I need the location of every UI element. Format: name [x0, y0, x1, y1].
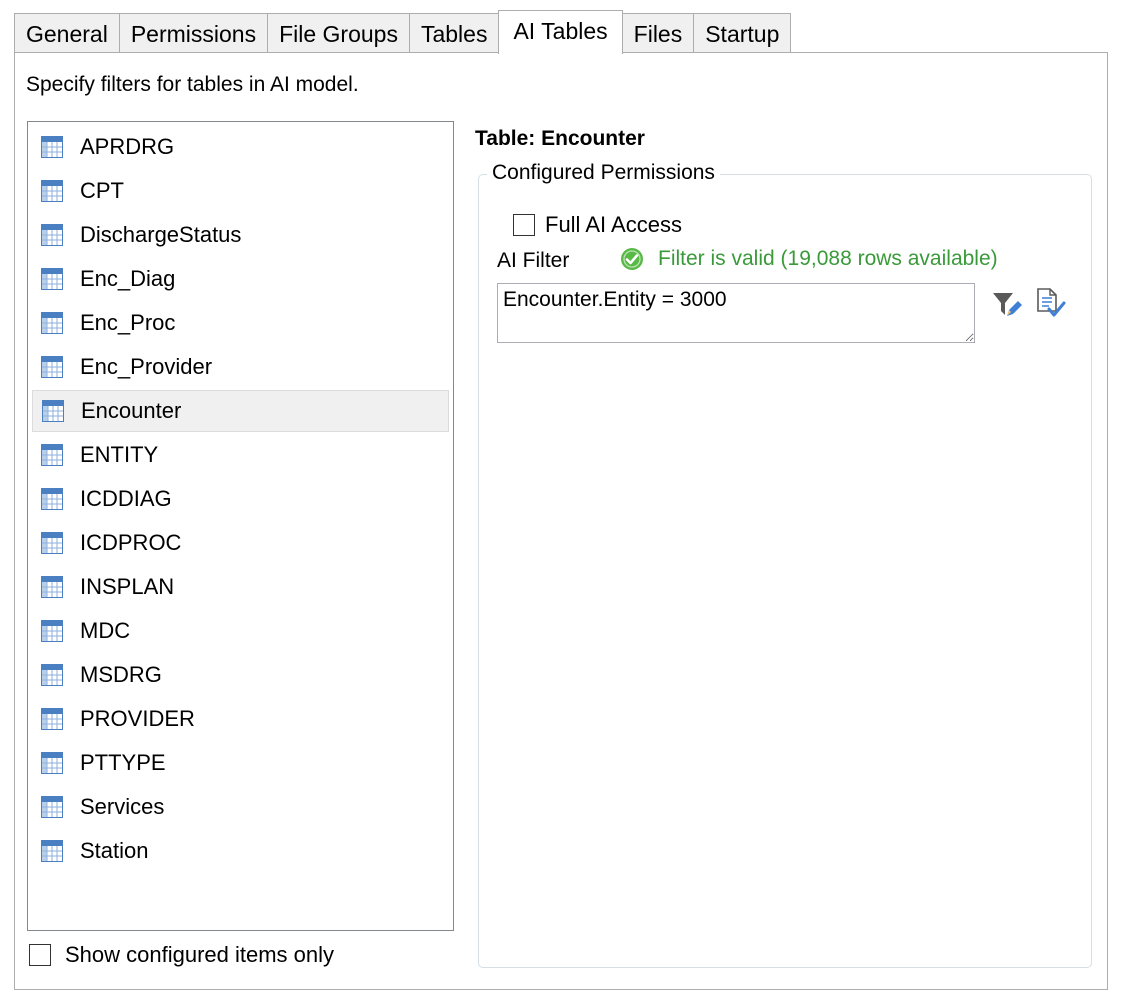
table-list-item[interactable]: INSPLAN: [32, 566, 449, 608]
table-name: Encounter: [81, 398, 182, 423]
table-name: APRDRG: [80, 134, 175, 159]
table-list[interactable]: APRDRG CPT DischargeStatus Enc_Diag Enc_Proc…: [27, 121, 454, 931]
table-list-item[interactable]: MDC: [32, 610, 449, 652]
table-name: Enc_Proc: [80, 310, 176, 335]
full-ai-access-label: Full AI Access: [545, 212, 682, 237]
show-configured-checkbox[interactable]: Show configured items only: [29, 942, 334, 968]
filter-validation-status: Filter is valid (19,088 rows available): [620, 247, 998, 271]
table-icon: [41, 532, 63, 554]
table-icon: [41, 840, 63, 862]
table-icon: [41, 268, 63, 290]
checkbox-box[interactable]: [513, 214, 535, 236]
table-name: DischargeStatus: [80, 222, 242, 247]
full-ai-access-checkbox[interactable]: Full AI Access: [513, 212, 682, 238]
table-name: Enc_Diag: [80, 266, 176, 291]
check-circle-icon: [621, 248, 643, 270]
table-name: ENTITY: [80, 442, 159, 467]
table-icon: [41, 576, 63, 598]
table-name: Services: [80, 794, 165, 819]
configured-permissions-group: Configured Permissions Full AI Access AI…: [478, 161, 1092, 968]
table-name: INSPLAN: [80, 574, 175, 599]
table-name: Station: [80, 838, 149, 863]
table-list-item[interactable]: Encounter: [32, 390, 449, 432]
table-icon: [41, 488, 63, 510]
table-list-item[interactable]: PTTYPE: [32, 742, 449, 784]
table-list-item[interactable]: APRDRG: [32, 126, 449, 168]
ai-filter-label: AI Filter: [497, 249, 570, 272]
table-icon: [41, 664, 63, 686]
table-icon: [41, 752, 63, 774]
validation-text: Filter is valid (19,088 rows available): [658, 247, 998, 270]
tab-permissions[interactable]: Permissions: [118, 13, 269, 53]
validate-filter-icon[interactable]: [1034, 287, 1066, 319]
table-icon: [41, 180, 63, 202]
table-list-item[interactable]: ENTITY: [32, 434, 449, 476]
table-icon: [41, 444, 63, 466]
table-list-item[interactable]: MSDRG: [32, 654, 449, 696]
table-list-item[interactable]: Enc_Diag: [32, 258, 449, 300]
table-title: Table: Encounter: [475, 127, 645, 150]
table-name: ICDPROC: [80, 530, 182, 555]
tab-file-groups[interactable]: File Groups: [267, 13, 410, 53]
tab-startup[interactable]: Startup: [693, 13, 792, 53]
table-icon: [41, 796, 63, 818]
table-name: MSDRG: [80, 662, 162, 687]
ai-tables-panel: Specify filters for tables in AI model. …: [14, 52, 1108, 990]
ai-filter-input[interactable]: [497, 283, 975, 343]
checkbox-box[interactable]: [29, 944, 51, 966]
table-list-item[interactable]: ICDPROC: [32, 522, 449, 564]
table-icon: [42, 400, 64, 422]
table-name: MDC: [80, 618, 131, 643]
table-name: Enc_Provider: [80, 354, 213, 379]
table-icon: [41, 312, 63, 334]
group-legend: Configured Permissions: [487, 161, 720, 185]
table-name: PROVIDER: [80, 706, 195, 731]
table-name: PTTYPE: [80, 750, 166, 775]
table-name: CPT: [80, 178, 124, 203]
tab-files[interactable]: Files: [621, 13, 695, 53]
table-icon: [41, 708, 63, 730]
table-icon: [41, 620, 63, 642]
table-name: ICDDIAG: [80, 486, 172, 511]
table-list-item[interactable]: Station: [32, 830, 449, 872]
table-list-item[interactable]: Enc_Proc: [32, 302, 449, 344]
table-list-item[interactable]: Enc_Provider: [32, 346, 449, 388]
table-list-item[interactable]: ICDDIAG: [32, 478, 449, 520]
table-icon: [41, 224, 63, 246]
table-list-item[interactable]: PROVIDER: [32, 698, 449, 740]
tab-strip: General Permissions File Groups Tables A…: [14, 10, 792, 54]
table-icon: [41, 356, 63, 378]
edit-filter-icon[interactable]: [991, 289, 1023, 321]
panel-description: Specify filters for tables in AI model.: [26, 73, 359, 96]
tab-tables[interactable]: Tables: [408, 13, 500, 53]
show-configured-label: Show configured items only: [65, 942, 335, 967]
tab-general[interactable]: General: [14, 13, 120, 53]
table-list-item[interactable]: CPT: [32, 170, 449, 212]
table-list-item[interactable]: Services: [32, 786, 449, 828]
tab-ai-tables[interactable]: AI Tables: [498, 10, 623, 54]
table-list-item[interactable]: DischargeStatus: [32, 214, 449, 256]
table-icon: [41, 136, 63, 158]
